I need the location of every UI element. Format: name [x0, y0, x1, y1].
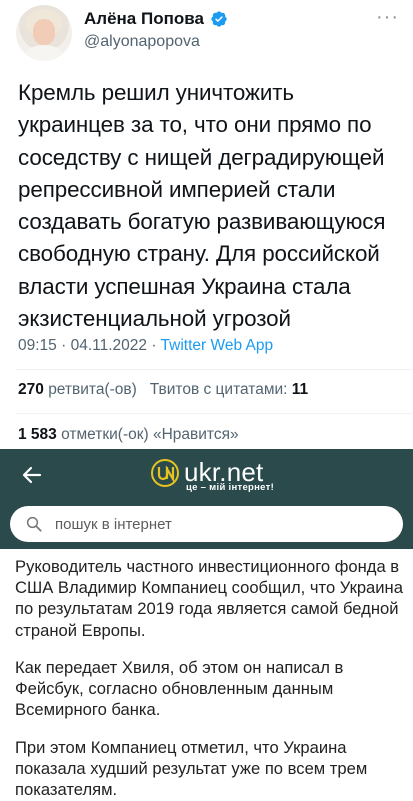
tweet-app-link[interactable]: Twitter Web App [161, 337, 274, 354]
meta-separator: · [61, 337, 67, 354]
tweet-text: Кремль решил уничтожить украинцев за то,… [18, 80, 386, 332]
tweet-meta: 09:15 · 04.11.2022 · Twitter Web App [18, 337, 273, 355]
tweet: Алёна Попова @alyonapopova ··· Кремль ре… [0, 0, 413, 449]
verified-badge-icon [211, 11, 227, 27]
likes-label[interactable]: отметки(-ок) «Нравится» [61, 426, 239, 443]
retweet-stats: 270 ретвита(-ов) Твитов с цитатами: 11 [18, 381, 308, 399]
likes-stats: 1 583 отметки(-ок) «Нравится» [18, 426, 239, 444]
more-dots-icon[interactable]: ··· [376, 6, 399, 29]
ukrnet-logo-icon [151, 458, 179, 487]
ukrnet-tagline: це – мій інтернет! [186, 482, 275, 493]
back-arrow-icon[interactable] [20, 463, 44, 487]
quotes-label[interactable]: Твитов с цитатами: [150, 381, 288, 398]
ukrnet-header: ukr.net це – мій інтернет! [0, 449, 413, 503]
author-row: Алёна Попова [84, 9, 228, 29]
likes-count[interactable]: 1 583 [18, 426, 57, 443]
quotes-count[interactable]: 11 [292, 381, 308, 398]
article-body: Руководитель частного инвестиционного фо… [0, 549, 413, 800]
tweet-date[interactable]: 04.11.2022 [71, 337, 147, 354]
meta-separator: · [151, 337, 157, 354]
search-bar-container: пошук в інтернет [0, 503, 413, 549]
author-name[interactable]: Алёна Попова [84, 9, 204, 29]
article-paragraph: При этом Компаниец отметил, что Украина … [15, 738, 368, 800]
avatar[interactable] [16, 5, 72, 61]
retweets-label[interactable]: ретвита(-ов) [48, 381, 137, 398]
author-handle[interactable]: @alyonapopova [84, 33, 200, 51]
article-paragraph: Как передает Хвиля, об этом он написал в… [15, 658, 344, 720]
search-icon [26, 516, 42, 532]
divider [16, 413, 413, 414]
article-paragraph: Руководитель частного инвестиционного фо… [15, 557, 403, 640]
retweets-count[interactable]: 270 [18, 381, 44, 398]
search-input[interactable]: пошук в інтернет [10, 506, 403, 542]
search-placeholder: пошук в інтернет [55, 515, 172, 533]
tweet-time[interactable]: 09:15 [18, 337, 57, 354]
divider [16, 369, 413, 370]
